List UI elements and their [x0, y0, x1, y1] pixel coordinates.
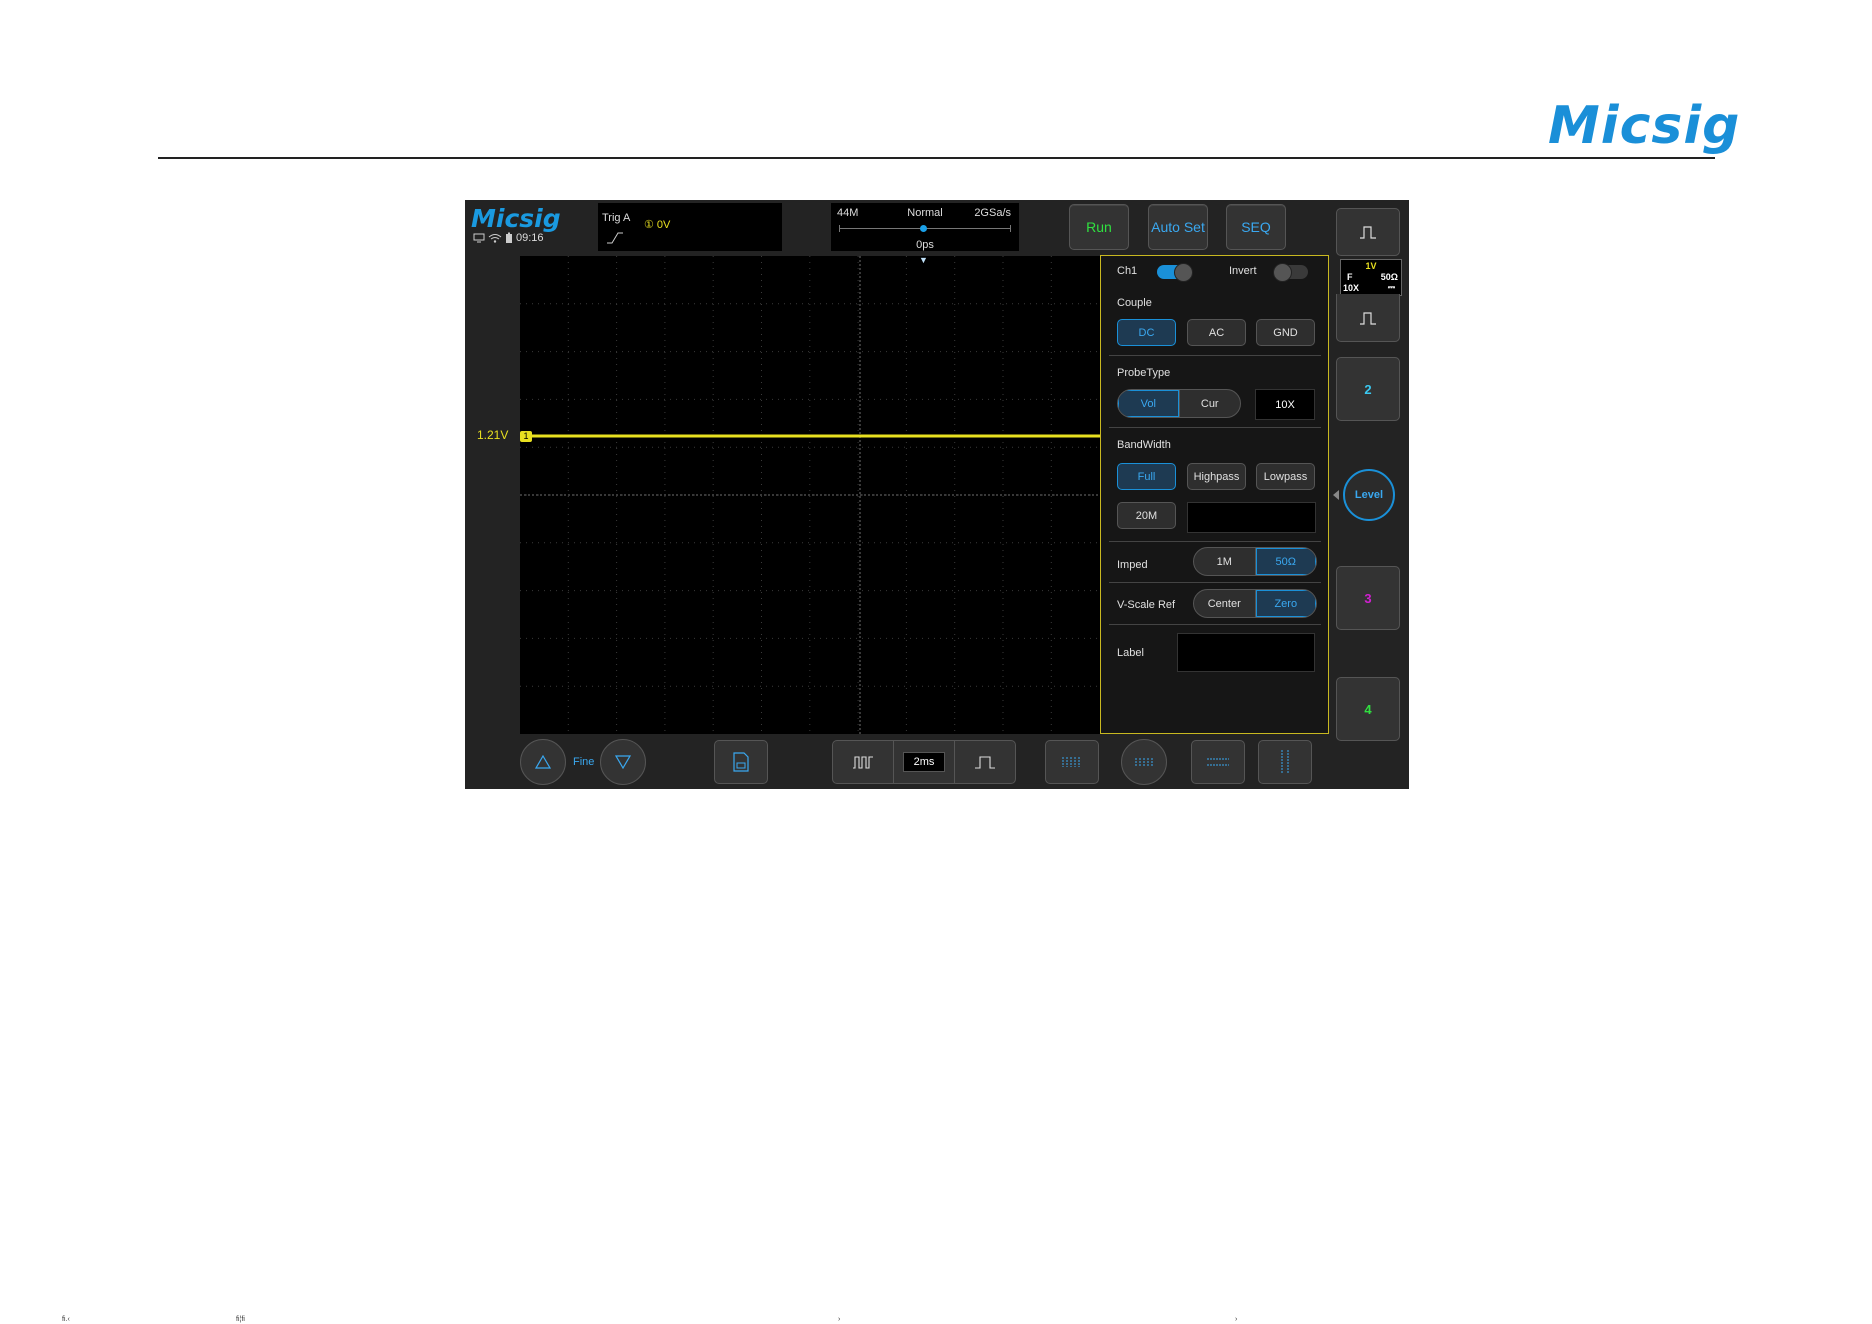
measure-button[interactable] — [1045, 740, 1099, 784]
fine-label: Fine — [573, 756, 595, 768]
trigger-info[interactable]: Trig A ① 0V — [598, 203, 782, 251]
probetype-vol-option[interactable]: Vol — [1118, 390, 1179, 417]
channel-2-button[interactable]: 2 — [1336, 357, 1400, 421]
timebase-value: 2ms — [902, 752, 946, 772]
level-arrow-icon — [1333, 490, 1339, 500]
ch1-toggle[interactable] — [1157, 263, 1193, 282]
memory-position-marker — [920, 225, 927, 232]
probetype-cur-option[interactable]: Cur — [1178, 390, 1241, 417]
imped-50ohm-option[interactable]: 50Ω — [1254, 548, 1316, 575]
bandwidth-label: BandWidth — [1117, 439, 1171, 451]
channel-offset-label: 1.21V — [477, 428, 509, 442]
footer-fragment: ﬁ¦ﬁ — [236, 1316, 245, 1323]
ch1-bandwidth-flag: F — [1347, 272, 1353, 282]
trigger-label: Trig A — [602, 212, 631, 224]
channel-4-button[interactable]: 4 — [1336, 677, 1400, 741]
trigger-level: ① 0V — [644, 219, 671, 231]
bandwidth-full-button[interactable]: Full — [1117, 463, 1176, 490]
label-input[interactable] — [1177, 633, 1315, 672]
timebase-display: 2ms — [893, 740, 955, 784]
timebase-decrease-button[interactable] — [832, 740, 894, 784]
dense-pulse-icon — [853, 756, 873, 769]
imped-1m-option[interactable]: 1M — [1194, 548, 1255, 575]
timebase-info[interactable]: 44M Normal 2GSa/s 0ps — [831, 203, 1019, 251]
probetype-label: ProbeType — [1117, 367, 1171, 379]
oscilloscope-screen: Micsig 09:16 Trig A ① 0V 44M Normal 2GSa… — [465, 200, 1409, 789]
page-header-rule — [158, 157, 1715, 159]
triangle-down-icon — [615, 755, 631, 769]
couple-label: Couple — [1117, 297, 1152, 309]
bandwidth-20m-button[interactable]: 20M — [1117, 502, 1176, 529]
timebase-increase-button[interactable] — [954, 740, 1016, 784]
probe-ratio-field[interactable]: 10X — [1255, 389, 1315, 420]
channel-1-marker[interactable]: 1 — [520, 431, 532, 442]
ch1-pulse-down-button[interactable] — [1336, 294, 1400, 342]
vertical-cursor-icon — [1281, 750, 1289, 774]
ch1-coupling-icon: ⎓ — [1387, 282, 1395, 292]
ch1-info-badge[interactable]: 1V F 50Ω 10X ⎓ — [1340, 259, 1402, 296]
imped-selector[interactable]: 1M 50Ω — [1193, 547, 1317, 576]
ch1-pulse-up-button[interactable] — [1336, 208, 1400, 256]
scope-logo: Micsig — [471, 204, 561, 233]
waveform-grid[interactable] — [520, 256, 1100, 734]
vscale-zero-option[interactable]: Zero — [1254, 590, 1316, 617]
quick-menu-icon — [1135, 758, 1153, 766]
usb-device-icon — [473, 233, 485, 243]
measure-icon — [1062, 757, 1080, 767]
divider — [1109, 582, 1321, 583]
invert-label: Invert — [1229, 265, 1257, 277]
divider — [1109, 541, 1321, 542]
wifi-icon — [488, 234, 502, 243]
vscale-ref-label: V-Scale Ref — [1117, 599, 1176, 611]
couple-dc-button[interactable]: DC — [1117, 319, 1176, 346]
run-button[interactable]: Run — [1069, 204, 1129, 250]
vscale-center-option[interactable]: Center — [1194, 590, 1255, 617]
bandwidth-lowpass-button[interactable]: Lowpass — [1256, 463, 1315, 490]
pulse-icon — [1360, 226, 1376, 239]
ch1-probe-ratio: 10X — [1343, 283, 1360, 293]
footer-fragment: ﬁ.‹ — [62, 1316, 70, 1323]
triangle-up-icon — [535, 755, 551, 769]
pulse-icon — [1360, 311, 1376, 325]
wide-pulse-icon — [975, 756, 995, 769]
channel-settings-panel: Ch1 Invert Couple DC AC GND ProbeType Vo… — [1100, 255, 1329, 734]
level-knob-button[interactable]: Level — [1343, 469, 1395, 521]
status-bar: 09:16 — [473, 232, 544, 244]
save-file-icon — [733, 752, 749, 772]
vertical-cursor-button[interactable] — [1258, 740, 1312, 784]
seq-button[interactable]: SEQ — [1226, 204, 1286, 250]
rising-edge-icon — [607, 232, 623, 244]
clock: 09:16 — [516, 232, 544, 244]
couple-gnd-button[interactable]: GND — [1256, 319, 1315, 346]
horizontal-position: 0ps — [916, 239, 934, 251]
couple-ac-button[interactable]: AC — [1187, 319, 1246, 346]
ch1-impedance: 50Ω — [1380, 272, 1398, 282]
quick-menu-button[interactable] — [1121, 739, 1167, 785]
ch1-label: Ch1 — [1117, 265, 1138, 277]
probetype-selector[interactable]: Vol Cur — [1117, 389, 1241, 418]
divider — [1109, 355, 1321, 356]
vscale-ref-selector[interactable]: Center Zero — [1193, 589, 1317, 618]
footer-fragment: › — [1235, 1316, 1238, 1323]
fine-down-button[interactable] — [600, 739, 646, 785]
bandwidth-highpass-button[interactable]: Highpass — [1187, 463, 1246, 490]
fine-up-button[interactable] — [520, 739, 566, 785]
autoset-button[interactable]: Auto Set — [1148, 204, 1208, 250]
imped-label: Imped — [1117, 559, 1148, 571]
divider — [1109, 624, 1321, 625]
ch1-scale: 1V — [1365, 261, 1377, 271]
label-label: Label — [1117, 647, 1144, 659]
save-button[interactable] — [714, 740, 768, 784]
invert-toggle[interactable] — [1273, 263, 1308, 282]
footer-fragment: › — [838, 1316, 841, 1323]
bandwidth-value-field[interactable] — [1187, 502, 1316, 533]
page-brand-logo: Micsig — [1548, 96, 1741, 156]
channel-3-button[interactable]: 3 — [1336, 566, 1400, 630]
horizontal-cursor-button[interactable] — [1191, 740, 1245, 784]
divider — [1109, 427, 1321, 428]
sample-rate: 2GSa/s — [974, 207, 1011, 219]
horizontal-cursor-icon — [1207, 758, 1229, 766]
battery-icon — [506, 232, 512, 243]
trigger-position-marker[interactable]: ▼ — [919, 255, 928, 265]
